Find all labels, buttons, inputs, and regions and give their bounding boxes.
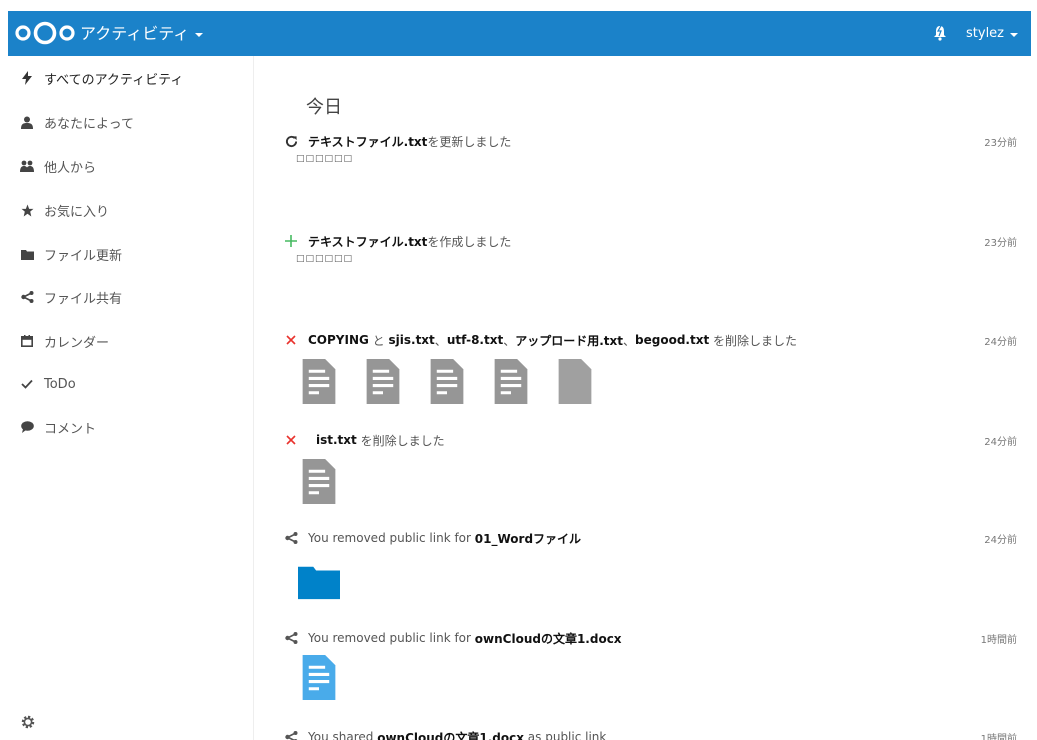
activity-text-part: と	[368, 333, 389, 348]
activity-text: テキストファイル.txt を更新しました	[284, 132, 511, 150]
sidebar-item-label: ファイル更新	[44, 248, 123, 264]
activity-action: as public link	[523, 730, 607, 740]
sidebar-item-label: すべてのアクティビティ	[44, 72, 184, 88]
text-file-icon[interactable]	[298, 359, 340, 404]
notification-bell-icon[interactable]	[931, 23, 949, 43]
generic-file-icon[interactable]	[554, 359, 596, 404]
activity-text: You removed public link for ownCloudの文章1…	[284, 629, 622, 647]
sidebar-item-label: 他人から	[44, 160, 97, 176]
user-name: stylez	[966, 26, 1004, 41]
file-link[interactable]: 01_Wordファイル	[475, 530, 581, 547]
sidebar-item-label: ToDo	[44, 376, 76, 392]
sidebar-item-file-changes[interactable]: ファイル更新	[8, 234, 254, 274]
header: アクティビティ stylez	[0, 0, 1037, 60]
activity-text: You shared ownCloudの文章1.docx as public l…	[284, 728, 606, 740]
file-link[interactable]: アップロード用.txt	[515, 332, 623, 349]
activity-time: 1時間前	[980, 734, 1017, 740]
file-link[interactable]: begood.txt	[635, 333, 709, 347]
activity-text-part: You shared	[308, 730, 378, 740]
sidebar-item-favorites[interactable]: お気に入り	[8, 190, 254, 230]
chevron-down-icon	[1010, 32, 1018, 37]
share-icon	[20, 290, 34, 304]
file-link[interactable]: ist.txt	[316, 433, 357, 447]
chevron-down-icon	[195, 32, 204, 37]
activity-time: 23分前	[984, 138, 1017, 149]
activity-time: 23分前	[984, 238, 1017, 249]
refresh-icon	[284, 134, 298, 148]
file-link[interactable]: テキストファイル.txt	[308, 233, 427, 250]
folder-icon[interactable]	[298, 563, 340, 601]
activity-time: 24分前	[984, 535, 1017, 546]
check-icon	[20, 377, 34, 391]
sidebar-item-by-you[interactable]: あなたによって	[8, 102, 254, 142]
user-menu[interactable]: stylez	[966, 11, 1018, 56]
activity-time: 1時間前	[980, 635, 1017, 646]
sidebar-item-calendar[interactable]: カレンダー	[8, 321, 254, 361]
activity-text-part: You removed public link for	[308, 631, 475, 645]
lightning-icon	[20, 71, 34, 85]
activity-action: を作成しました	[427, 234, 512, 249]
sidebar-item-comments[interactable]: コメント	[8, 407, 254, 447]
document-file-icon[interactable]	[298, 655, 340, 700]
activity-text-part: 、	[434, 333, 447, 348]
text-file-icon[interactable]	[426, 359, 468, 404]
activity-text: You removed public link for 01_Wordファイル	[284, 529, 581, 547]
file-thumbnails	[298, 655, 340, 700]
delete-icon	[284, 433, 298, 447]
text-file-icon[interactable]	[362, 359, 404, 404]
section-title: 今日	[306, 97, 342, 118]
sidebar-item-file-shares[interactable]: ファイル共有	[8, 277, 254, 317]
activity-text-part: 、	[623, 333, 636, 348]
activity-text: テキストファイル.txt を作成しました	[284, 232, 511, 250]
sidebar-item-label: あなたによって	[44, 116, 134, 132]
app-title: アクティビティ	[80, 24, 190, 43]
header-bar: アクティビティ stylez	[8, 11, 1031, 56]
activity-time: 24分前	[984, 337, 1017, 348]
file-thumbnails	[298, 359, 596, 404]
activity-preview-text: □□□□□□	[296, 154, 354, 164]
file-link[interactable]: ownCloudの文章1.docx	[475, 630, 622, 647]
activity-action: を更新しました	[427, 134, 512, 149]
activity-text: ist.txt を削除しました	[284, 431, 445, 449]
star-icon	[20, 203, 34, 217]
file-link[interactable]: COPYING	[308, 333, 369, 347]
calendar-icon	[20, 334, 34, 348]
activity-time: 24分前	[984, 437, 1017, 448]
share-icon	[284, 631, 298, 645]
text-file-icon[interactable]	[298, 459, 340, 504]
file-thumbnails	[298, 459, 340, 504]
person-icon	[20, 115, 34, 129]
sidebar-item-label: お気に入り	[44, 204, 110, 220]
activity-text-part: You removed public link for	[308, 531, 475, 545]
sidebar-item-label: カレンダー	[44, 335, 110, 351]
plus-icon	[284, 234, 298, 248]
gear-icon[interactable]	[20, 714, 36, 730]
share-icon	[284, 531, 298, 545]
file-link[interactable]: ownCloudの文章1.docx	[377, 729, 524, 740]
app-menu-toggle[interactable]: アクティビティ	[80, 11, 204, 56]
text-file-icon[interactable]	[490, 359, 532, 404]
sidebar-item-by-others[interactable]: 他人から	[8, 146, 254, 186]
sidebar: すべてのアクティビティ あなたによって 他人から お気に入り ファイル更新 ファ…	[8, 56, 254, 740]
activity-stream: 今日 テキストファイル.txt を更新しました 23分前 □□□□□□ テキスト…	[254, 56, 1031, 740]
sidebar-item-todo[interactable]: ToDo	[8, 364, 254, 404]
nextcloud-logo[interactable]	[14, 20, 76, 46]
sidebar-item-label: コメント	[44, 421, 97, 437]
group-icon	[20, 159, 34, 173]
activity-preview-text: □□□□□□	[296, 254, 354, 264]
file-link[interactable]: utf-8.txt	[447, 333, 503, 347]
activity-action: を削除しました	[356, 433, 445, 448]
file-thumbnails	[298, 563, 340, 601]
activity-text-part: 、	[503, 333, 516, 348]
file-link[interactable]: テキストファイル.txt	[308, 133, 427, 150]
folder-icon	[20, 247, 34, 261]
delete-icon	[284, 333, 298, 347]
comment-icon	[20, 420, 34, 434]
activity-text: COPYING と sjis.txt 、 utf-8.txt 、 アップロード用…	[284, 331, 797, 349]
sidebar-item-all-activities[interactable]: すべてのアクティビティ	[8, 58, 254, 98]
file-link[interactable]: sjis.txt	[389, 333, 435, 347]
share-icon	[284, 730, 298, 740]
activity-action: を削除しました	[709, 333, 798, 348]
sidebar-item-label: ファイル共有	[44, 291, 123, 307]
